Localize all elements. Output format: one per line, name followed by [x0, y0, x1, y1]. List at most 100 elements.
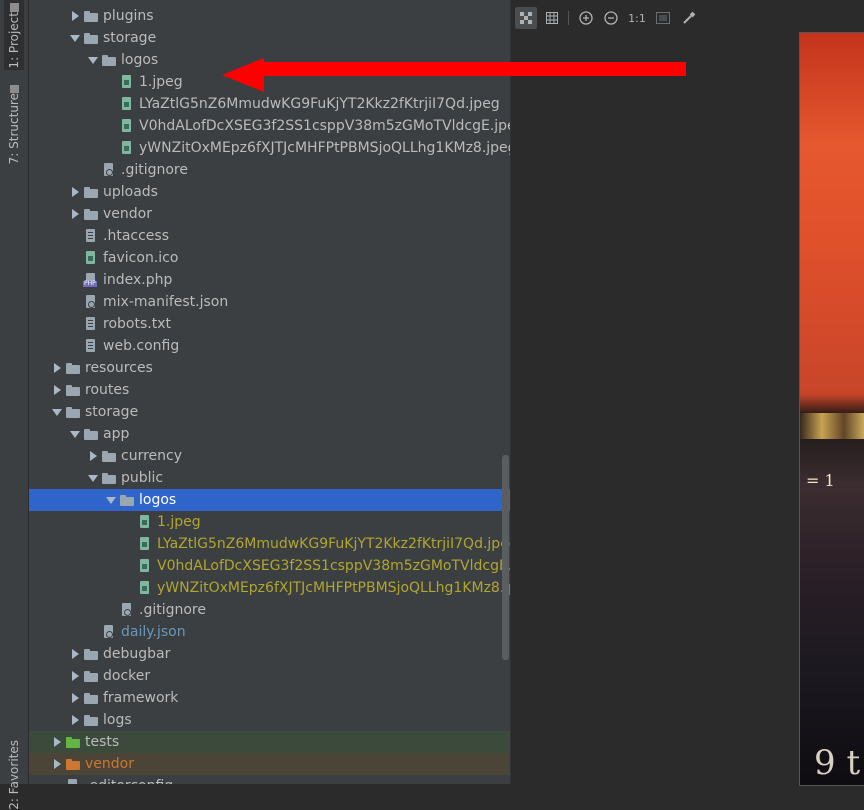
tree-item-label: .gitignore [139, 602, 206, 618]
chevron-right-icon[interactable] [67, 709, 83, 731]
tree-row-ywnzitoxmepz6fxjtjcmhfptpbmsjoqllhg1kmz8-jpeg[interactable]: yWNZitOxMEpz6fXJTJcMHFPtPBMSjoQLLhg1KMz8… [29, 577, 510, 599]
tree-item-label: logos [121, 52, 159, 68]
project-tree[interactable]: plugins storage logos 1.jpeg LYaZtlG5nZ6Mmud… [29, 0, 510, 784]
tree-row-lyaztlg5nz6mmudwkg9fukjyt2kkz2fktrjii7qd-jpeg[interactable]: LYaZtlG5nZ6MmudwKG9FuKjYT2Kkz2fKtrjiI7Qd… [29, 533, 510, 555]
config-file-icon [83, 294, 99, 310]
tree-item-label: logos [139, 492, 177, 508]
chevron-down-icon[interactable] [67, 27, 83, 49]
fit-icon[interactable] [652, 7, 674, 29]
tree-row-1-jpeg[interactable]: 1.jpeg [29, 71, 510, 93]
chevron-right-icon[interactable] [67, 665, 83, 687]
chevron-right-icon[interactable] [67, 687, 83, 709]
tree-row-logos[interactable]: logos [29, 49, 510, 71]
tree-item-label: app [103, 426, 130, 442]
tree-row-index-php[interactable]: index.php [29, 269, 510, 291]
tree-row-logs[interactable]: logs [29, 709, 510, 731]
tree-item-label: LYaZtlG5nZ6MmudwKG9FuKjYT2Kkz2fKtrjiI7Qd… [157, 536, 510, 552]
tree-scrollbar[interactable] [502, 455, 509, 660]
tree-row-tests[interactable]: tests [29, 731, 510, 753]
chevron-right-icon[interactable] [49, 731, 65, 753]
chevron-right-icon[interactable] [67, 181, 83, 203]
tree-item-label: yWNZitOxMEpz6fXJTJcMHFPtPBMSjoQLLhg1KMz8… [157, 580, 510, 596]
chevron-down-icon[interactable] [85, 49, 101, 71]
tree-row-docker[interactable]: docker [29, 665, 510, 687]
preview-glyphs: = 1 [806, 471, 835, 490]
tree-item-label: resources [85, 360, 153, 376]
tree-row-storage[interactable]: storage [29, 401, 510, 423]
tree-row-robots-txt[interactable]: robots.txt [29, 313, 510, 335]
image-preview-pane: 1:1 = 1 9 t [510, 0, 864, 786]
tree-item-label: .gitignore [121, 162, 188, 178]
tree-item-label: debugbar [103, 646, 171, 662]
tree-row-gitignore[interactable]: .gitignore [29, 159, 510, 181]
tree-item-label: index.php [103, 272, 173, 288]
tree-row-ywnzitoxmepz6fxjtjcmhfptpbmsjoqllhg1kmz8-jpeg[interactable]: yWNZitOxMEpz6fXJTJcMHFPtPBMSjoQLLhg1KMz8… [29, 137, 510, 159]
tree-row-storage[interactable]: storage [29, 27, 510, 49]
tree-row-debugbar[interactable]: debugbar [29, 643, 510, 665]
config-file-icon [119, 602, 135, 618]
tree-item-label: V0hdALofDcXSEG3f2SS1csppV38m5zGMoTVldcgE… [139, 118, 510, 134]
tree-row-daily-json[interactable]: daily.json [29, 621, 510, 643]
zoom-out-icon[interactable] [600, 7, 622, 29]
project-tool-tab[interactable]: 1: Project [4, 0, 24, 70]
folder-icon [83, 184, 99, 200]
image-file-icon [119, 96, 135, 112]
chevron-down-icon[interactable] [67, 423, 83, 445]
text-file-icon [83, 338, 99, 354]
favorites-tool-tab[interactable]: 2: Favorites [4, 740, 24, 810]
tree-item-label: .editorconfig [85, 778, 173, 784]
folder-icon [65, 404, 81, 420]
tree-row-vendor[interactable]: vendor [29, 753, 510, 775]
tree-row-app[interactable]: app [29, 423, 510, 445]
chevron-down-icon[interactable] [49, 401, 65, 423]
tree-item-label: storage [103, 30, 157, 46]
tree-row-web-config[interactable]: web.config [29, 335, 510, 357]
tree-row-routes[interactable]: routes [29, 379, 510, 401]
chevron-right-icon[interactable] [67, 5, 83, 27]
tree-row-resources[interactable]: resources [29, 357, 510, 379]
chevron-right-icon[interactable] [49, 753, 65, 775]
tree-row-1-jpeg[interactable]: 1.jpeg [29, 511, 510, 533]
config-file-icon [65, 778, 81, 784]
tree-row-logos[interactable]: logos [29, 489, 510, 511]
tree-item-label: yWNZitOxMEpz6fXJTJcMHFPtPBMSjoQLLhg1KMz8… [139, 140, 510, 156]
chevron-down-icon[interactable] [103, 489, 119, 511]
tree-row-favicon-ico[interactable]: favicon.ico [29, 247, 510, 269]
tree-row-v0hdalofdcxseg3f2ss1csppv38m5zgmotvldcge-jpeg[interactable]: V0hdALofDcXSEG3f2SS1csppV38m5zGMoTVldcgE… [29, 555, 510, 577]
chevron-down-icon[interactable] [85, 467, 101, 489]
folder-icon [83, 206, 99, 222]
chessboard-icon[interactable] [515, 7, 537, 29]
chevron-right-icon[interactable] [85, 445, 101, 467]
tree-row-plugins[interactable]: plugins [29, 5, 510, 27]
tree-item-label: tests [85, 734, 120, 750]
image-preview: = 1 9 t [799, 32, 864, 786]
tool-window-strip: 1: Project 7: Structure 2: Favorites [0, 0, 29, 810]
chevron-right-icon[interactable] [67, 643, 83, 665]
structure-tool-tab[interactable]: 7: Structure [4, 82, 24, 164]
tree-item-label: docker [103, 668, 151, 684]
tree-row-vendor[interactable]: vendor [29, 203, 510, 225]
tree-row-gitignore[interactable]: .gitignore [29, 599, 510, 621]
zoom-in-icon[interactable] [575, 7, 597, 29]
grid-icon[interactable] [541, 7, 563, 29]
tree-row-public[interactable]: public [29, 467, 510, 489]
actual-size-button[interactable]: 1:1 [626, 7, 648, 29]
chevron-right-icon[interactable] [49, 379, 65, 401]
tree-row-framework[interactable]: framework [29, 687, 510, 709]
tree-row-htaccess[interactable]: .htaccess [29, 225, 510, 247]
tree-item-label: .htaccess [103, 228, 169, 244]
text-file-icon [83, 316, 99, 332]
tree-row-currency[interactable]: currency [29, 445, 510, 467]
image-file-icon [137, 558, 153, 574]
structure-tab-icon [9, 85, 19, 93]
tree-row-editorconfig[interactable]: .editorconfig [29, 775, 510, 784]
chevron-right-icon[interactable] [67, 203, 83, 225]
image-file-icon [119, 118, 135, 134]
color-picker-icon[interactable] [678, 7, 700, 29]
tree-row-mix-manifest-json[interactable]: mix-manifest.json [29, 291, 510, 313]
chevron-right-icon[interactable] [49, 357, 65, 379]
tree-row-uploads[interactable]: uploads [29, 181, 510, 203]
image-file-icon [137, 580, 153, 596]
tree-row-v0hdalofdcxseg3f2ss1csppv38m5zgmotvldcge-jpeg[interactable]: V0hdALofDcXSEG3f2SS1csppV38m5zGMoTVldcgE… [29, 115, 510, 137]
tree-row-lyaztlg5nz6mmudwkg9fukjyt2kkz2fktrjii7qd-jpeg[interactable]: LYaZtlG5nZ6MmudwKG9FuKjYT2Kkz2fKtrjiI7Qd… [29, 93, 510, 115]
